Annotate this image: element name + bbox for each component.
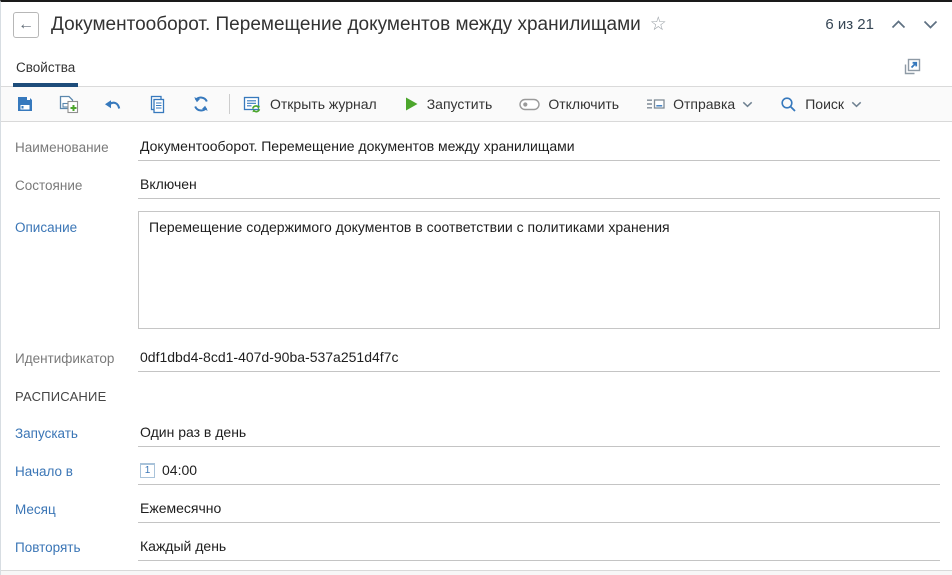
chevron-down-icon — [851, 101, 862, 108]
disable-button[interactable]: Отключить — [519, 96, 619, 112]
send-menu-button[interactable]: Отправка — [646, 96, 753, 112]
properties-form: Наименование Состояние Описание Перемеще… — [1, 122, 952, 561]
page-title: Документооборот. Перемещение документов … — [51, 14, 641, 36]
next-record-button[interactable] — [923, 20, 938, 29]
month-label[interactable]: Месяц — [15, 497, 138, 517]
undo-button[interactable] — [103, 94, 123, 114]
run-button[interactable]: Запустить — [404, 96, 493, 112]
header: ← Документооборот. Перемещение документо… — [1, 2, 952, 47]
save-icon — [16, 95, 34, 113]
journal-icon — [243, 95, 262, 113]
play-icon — [404, 96, 419, 112]
repeat-label[interactable]: Повторять — [15, 535, 138, 555]
task-properties-window: ← Документооборот. Перемещение документо… — [0, 0, 952, 575]
window-bottom-edge — [1, 570, 952, 575]
undo-icon — [104, 97, 122, 112]
start-at-input[interactable] — [162, 460, 938, 480]
calendar-icon[interactable]: 1 — [140, 463, 155, 478]
month-input[interactable] — [140, 498, 938, 518]
toolbar: Открыть журнал Запустить Отключить Отпра… — [1, 87, 952, 122]
save-copy-button[interactable] — [59, 94, 79, 114]
description-label[interactable]: Описание — [15, 211, 138, 235]
run-mode-label[interactable]: Запускать — [15, 421, 138, 441]
search-label: Поиск — [805, 96, 844, 112]
refresh-button[interactable] — [191, 94, 211, 114]
record-pager: 6 из 21 — [825, 16, 938, 33]
tab-properties[interactable]: Свойства — [13, 60, 78, 86]
toolbar-separator — [229, 94, 230, 114]
refresh-icon — [192, 95, 210, 113]
back-button[interactable]: ← — [13, 12, 39, 38]
search-menu-button[interactable]: Поиск — [780, 96, 862, 113]
identifier-input[interactable] — [140, 347, 938, 367]
disable-label: Отключить — [548, 96, 619, 112]
name-input[interactable] — [140, 136, 938, 156]
search-icon — [780, 96, 797, 113]
send-list-icon — [646, 97, 665, 111]
field-row-month: Месяц — [15, 497, 940, 523]
identifier-label: Идентификатор — [15, 346, 138, 366]
field-row-state: Состояние — [15, 173, 940, 199]
field-row-repeat: Повторять — [15, 535, 940, 561]
back-arrow-icon: ← — [18, 17, 34, 33]
previous-record-button[interactable] — [891, 20, 906, 29]
run-mode-input[interactable] — [140, 422, 938, 442]
state-label: Состояние — [15, 173, 138, 193]
send-label: Отправка — [673, 96, 735, 112]
chevron-down-icon — [742, 101, 753, 108]
repeat-input[interactable] — [140, 536, 938, 556]
copy-icon — [148, 95, 166, 114]
field-row-identifier: Идентификатор — [15, 346, 940, 372]
save-copy-icon — [59, 95, 79, 114]
field-row-name: Наименование — [15, 135, 940, 161]
pager-position: 6 из 21 — [825, 16, 874, 33]
open-in-new-window-button[interactable] — [902, 56, 923, 77]
tab-bar: Свойства — [1, 47, 952, 87]
state-input[interactable] — [140, 174, 938, 194]
open-in-new-window-icon — [902, 56, 923, 77]
save-button[interactable] — [15, 94, 35, 114]
name-label: Наименование — [15, 135, 138, 155]
schedule-section-header: РАСПИСАНИЕ — [15, 389, 940, 404]
toggle-off-icon — [519, 98, 540, 111]
start-at-label[interactable]: Начало в — [15, 459, 138, 479]
description-textarea[interactable]: Перемещение содержимого документов в соо… — [138, 211, 940, 329]
field-row-description: Описание Перемещение содержимого докумен… — [15, 211, 940, 334]
open-journal-button[interactable]: Открыть журнал — [243, 95, 377, 113]
field-row-start-at: Начало в 1 — [15, 459, 940, 485]
chevron-down-icon — [923, 20, 938, 29]
run-label: Запустить — [427, 96, 493, 112]
chevron-up-icon — [891, 20, 906, 29]
favorite-star-icon[interactable]: ☆ — [650, 15, 667, 34]
copy-button[interactable] — [147, 94, 167, 114]
field-row-run-mode: Запускать — [15, 421, 940, 447]
open-journal-label: Открыть журнал — [270, 96, 377, 112]
